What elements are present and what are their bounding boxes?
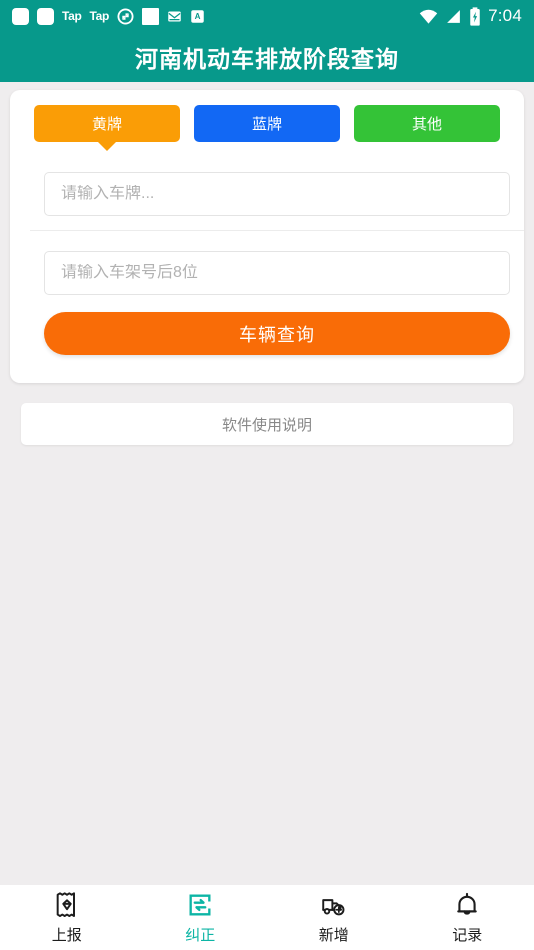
svg-text:A: A — [195, 12, 201, 21]
nav-item-add-label: 新增 — [318, 926, 349, 944]
nav-item-add[interactable]: 新增 — [267, 885, 401, 950]
nav-item-records-label: 记录 — [452, 926, 483, 944]
app-root: Tap Tap A 7:04 河南机动车排放阶段查询 黄牌 蓝牌 其他 请输入车… — [0, 0, 534, 950]
nav-item-records[interactable]: 记录 — [401, 885, 534, 950]
status-bar: Tap Tap A 7:04 — [0, 0, 534, 32]
nav-item-correct[interactable]: 纠正 — [134, 885, 268, 950]
vin-number-field[interactable] — [44, 251, 510, 295]
truck-plus-icon — [320, 891, 348, 919]
mail-icon — [167, 9, 182, 24]
form-divider — [30, 230, 524, 231]
clock-label: 7:04 — [488, 6, 522, 25]
nav-item-correct-label: 纠正 — [185, 926, 216, 944]
status-bar-left-icons: Tap Tap A — [12, 7, 205, 25]
wifi-icon — [419, 7, 438, 26]
query-card: 黄牌 蓝牌 其他 车辆查询 — [10, 90, 524, 383]
page-title: 河南机动车排放阶段查询 — [135, 46, 399, 72]
bell-icon — [453, 891, 481, 919]
plate-number-field[interactable] — [44, 172, 510, 216]
app-square-icon — [37, 7, 54, 25]
tap-badge: Tap — [89, 9, 110, 23]
tab-yellow-plate-label: 黄牌 — [91, 116, 122, 133]
app-header: 河南机动车排放阶段查询 — [0, 32, 534, 82]
battery-charging-icon — [469, 6, 481, 26]
status-bar-right-icons: 7:04 — [419, 6, 522, 26]
tab-other-plate[interactable]: 其他 — [354, 105, 500, 142]
sync-icon — [117, 7, 134, 25]
signal-icon — [445, 8, 462, 25]
vin-number-input[interactable] — [61, 264, 493, 282]
nav-item-report-label: 上报 — [51, 926, 82, 944]
tab-other-plate-label: 其他 — [411, 116, 442, 133]
tap-badge: Tap — [62, 9, 82, 23]
app-square-icon — [12, 7, 29, 25]
translate-icon: A — [190, 9, 205, 24]
app-square-icon — [142, 7, 160, 25]
software-instructions-button[interactable]: 软件使用说明 — [21, 403, 513, 445]
nav-item-report[interactable]: 上报 — [0, 885, 134, 950]
bottom-navigation: 上报 纠正 新增 记录 — [0, 884, 534, 950]
document-edit-icon — [186, 891, 214, 919]
software-instructions-label: 软件使用说明 — [221, 416, 312, 434]
tab-blue-plate[interactable]: 蓝牌 — [194, 105, 340, 142]
plate-type-tabs: 黄牌 蓝牌 其他 — [34, 105, 500, 142]
receipt-diamond-icon — [53, 891, 81, 919]
plate-number-input[interactable] — [61, 185, 493, 203]
tab-blue-plate-label: 蓝牌 — [251, 116, 282, 133]
tab-yellow-plate[interactable]: 黄牌 — [34, 105, 180, 142]
vehicle-query-button[interactable]: 车辆查询 — [44, 312, 510, 355]
